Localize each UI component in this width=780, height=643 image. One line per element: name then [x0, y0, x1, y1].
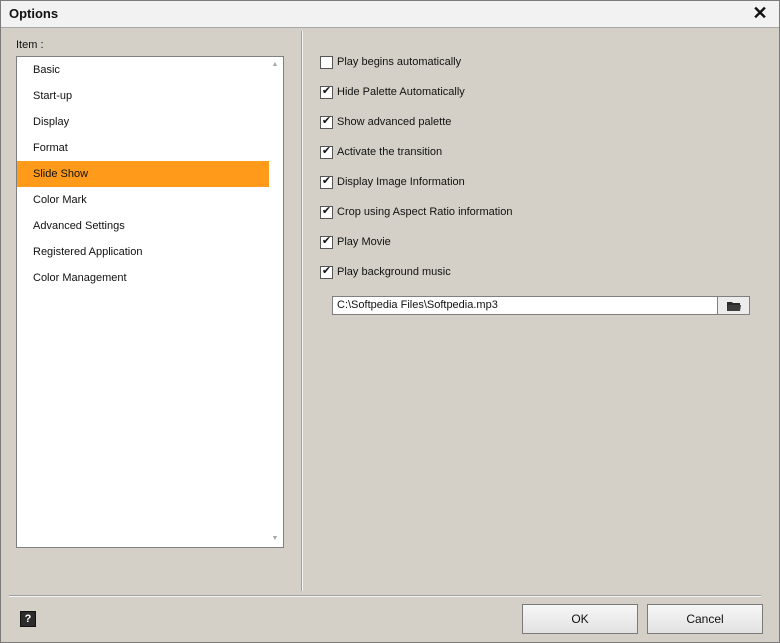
checkbox[interactable]: ✔: [320, 234, 333, 249]
checkbox[interactable]: ✔: [320, 264, 333, 279]
checkmark-icon: ✔: [321, 174, 332, 187]
close-icon[interactable]: ✕: [751, 3, 769, 23]
checkmark-icon: ✔: [321, 114, 332, 127]
option-play-begins-automatically[interactable]: Play begins automatically: [320, 54, 461, 70]
option-display-image-information[interactable]: ✔ Display Image Information: [320, 174, 465, 190]
list-item-basic[interactable]: Basic: [17, 57, 269, 83]
music-path-field[interactable]: C:\Softpedia Files\Softpedia.mp3: [332, 296, 718, 315]
option-label: Play background music: [337, 266, 451, 278]
list-item-slide-show[interactable]: Slide Show: [17, 161, 269, 187]
checkmark-icon: ✔: [321, 234, 332, 247]
list-item-color-management[interactable]: Color Management: [17, 265, 269, 291]
dialog-title: Options: [9, 6, 59, 21]
vertical-divider: [301, 31, 303, 591]
list-item-advanced-settings[interactable]: Advanced Settings: [17, 213, 269, 239]
checkmark-icon: [321, 54, 332, 65]
item-list-label: Item :: [16, 39, 44, 51]
help-icon[interactable]: ?: [20, 611, 36, 627]
list-item-format[interactable]: Format: [17, 135, 269, 161]
checkmark-icon: ✔: [321, 84, 332, 97]
list-item-registered-application[interactable]: Registered Application: [17, 239, 269, 265]
option-label: Play begins automatically: [337, 56, 462, 68]
checkbox[interactable]: ✔: [320, 144, 333, 159]
option-label: Activate the transition: [337, 146, 443, 158]
ok-button[interactable]: OK: [522, 604, 638, 634]
folder-icon: [727, 302, 741, 311]
checkbox[interactable]: ✔: [320, 114, 333, 129]
checkmark-icon: ✔: [321, 264, 332, 277]
option-play-movie[interactable]: ✔ Play Movie: [320, 234, 391, 250]
checkbox[interactable]: ✔: [320, 84, 333, 99]
checkbox[interactable]: ✔: [320, 174, 333, 189]
option-play-background-music[interactable]: ✔ Play background music: [320, 264, 451, 280]
scroll-down-arrow-icon[interactable]: ▼: [271, 535, 279, 543]
list-item-color-mark[interactable]: Color Mark: [17, 187, 269, 213]
title-bar: Options ✕: [1, 1, 779, 28]
list-item-display[interactable]: Display: [17, 109, 269, 135]
option-label: Hide Palette Automatically: [337, 86, 465, 98]
item-listbox[interactable]: Basic Start-up Display Format Slide Show…: [16, 56, 284, 548]
checkmark-icon: ✔: [321, 204, 332, 217]
option-show-advanced-palette[interactable]: ✔ Show advanced palette: [320, 114, 451, 130]
checkbox[interactable]: ✔: [320, 204, 333, 219]
browse-button[interactable]: [717, 296, 750, 315]
checkmark-icon: ✔: [321, 144, 332, 157]
list-item-start-up[interactable]: Start-up: [17, 83, 269, 109]
option-label: Show advanced palette: [337, 116, 452, 128]
option-activate-the-transition[interactable]: ✔ Activate the transition: [320, 144, 442, 160]
option-crop-using-aspect-ratio[interactable]: ✔ Crop using Aspect Ratio information: [320, 204, 512, 220]
options-dialog: Options ✕ Item : Basic Start-up Display …: [0, 0, 780, 643]
option-label: Play Movie: [337, 236, 391, 248]
option-label: Crop using Aspect Ratio information: [337, 206, 513, 218]
cancel-button[interactable]: Cancel: [647, 604, 763, 634]
horizontal-divider: [9, 595, 761, 597]
option-label: Display Image Information: [337, 176, 465, 188]
scroll-up-arrow-icon[interactable]: ▲: [271, 61, 279, 69]
checkbox[interactable]: [320, 54, 333, 69]
option-hide-palette-automatically[interactable]: ✔ Hide Palette Automatically: [320, 84, 465, 100]
